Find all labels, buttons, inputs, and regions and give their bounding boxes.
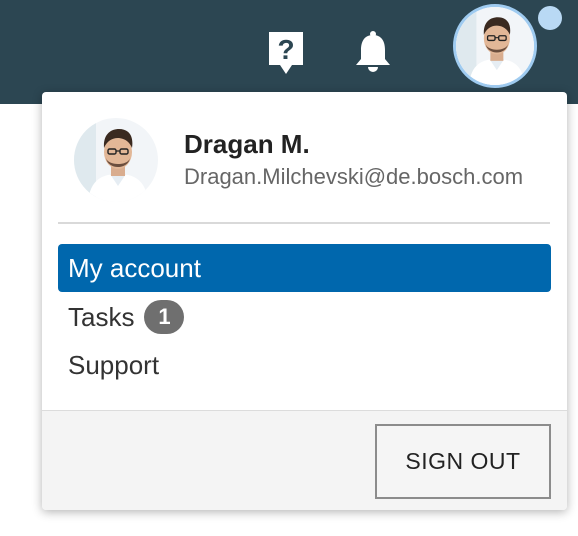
- menu-item-label: Tasks: [68, 301, 135, 332]
- user-dropdown-menu: Dragan M. Dragan.Milchevski@de.bosch.com…: [42, 92, 567, 510]
- profile-avatar: [74, 118, 158, 202]
- help-icon[interactable]: ?: [266, 30, 306, 76]
- divider: [58, 222, 550, 224]
- user-avatar-button[interactable]: [453, 4, 537, 88]
- user-name: Dragan M.: [184, 129, 310, 159]
- menu-item-support[interactable]: Support: [58, 341, 551, 389]
- menu-item-label: Support: [68, 349, 160, 380]
- avatar-photo: [74, 118, 158, 202]
- sign-out-button[interactable]: SIGN OUT: [375, 424, 551, 499]
- svg-text:?: ?: [277, 34, 294, 65]
- tasks-count-badge: 1: [144, 300, 185, 334]
- status-dot: [538, 6, 562, 30]
- menu-item-label: My account: [68, 252, 201, 283]
- user-email: Dragan.Milchevski@de.bosch.com: [184, 164, 524, 189]
- menu-item-tasks[interactable]: Tasks 1: [58, 293, 551, 341]
- top-bar: ?: [0, 0, 578, 104]
- menu-item-my-account[interactable]: My account: [58, 244, 551, 292]
- avatar-photo: [456, 7, 534, 85]
- bell-icon[interactable]: [353, 30, 393, 74]
- dropdown-footer: SIGN OUT: [42, 410, 567, 510]
